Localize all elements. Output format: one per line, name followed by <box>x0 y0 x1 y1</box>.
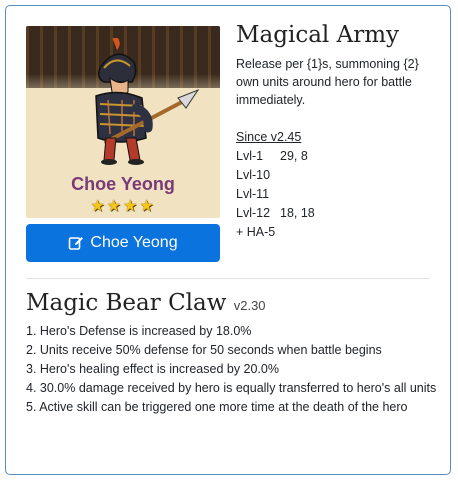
list-item: 2. Units receive 50% defense for 50 seco… <box>26 343 382 357</box>
list-item: 3. Hero's healing effect is increased by… <box>26 362 279 376</box>
hero-name: Choe Yeong <box>71 174 175 194</box>
star-icon: ★ <box>106 198 123 215</box>
star-icon: ★ <box>123 198 140 215</box>
skill-title: Magical Army <box>236 22 400 48</box>
treasure-version: v2.30 <box>233 298 266 313</box>
list-item: 1. Hero's Defense is increased by 18.0% <box>26 324 252 338</box>
star-icon: ★ <box>90 198 107 215</box>
level-row: Lvl-1 29, 8 <box>236 149 308 163</box>
warrior-figure <box>95 38 200 165</box>
treasure-title: Magic Bear Claw v2.30 <box>26 290 266 316</box>
level-row: Lvl-10 <box>236 168 271 182</box>
since-version: Since v2.45 <box>236 130 302 144</box>
treasure-effects-list: 1. Hero's Defense is increased by 18.0% … <box>26 322 446 417</box>
level-row: Lvl-11 <box>236 187 270 201</box>
skill-description: Release per {1}s, summoning {2} own unit… <box>236 57 419 107</box>
star-icon: ★ <box>139 198 156 215</box>
edit-icon <box>69 237 84 250</box>
section-divider <box>26 278 430 279</box>
hero-star-rating: ★★★★ <box>26 196 220 216</box>
hero-portrait: Choe Yeong ★★★★ <box>26 26 220 218</box>
hero-link-button[interactable]: Choe Yeong <box>26 224 220 262</box>
list-item: 5. Active skill can be triggered one mor… <box>26 400 408 414</box>
skill-extra: + HA-5 <box>236 225 276 239</box>
skill-level-table: Since v2.45 Lvl-1 29, 8 Lvl-10 Lvl-11 Lv… <box>236 128 315 242</box>
list-item: 4. 30.0% damage received by hero is equa… <box>26 381 437 395</box>
hero-link-label: Choe Yeong <box>90 234 178 251</box>
level-row: Lvl-12 18, 18 <box>236 206 315 220</box>
